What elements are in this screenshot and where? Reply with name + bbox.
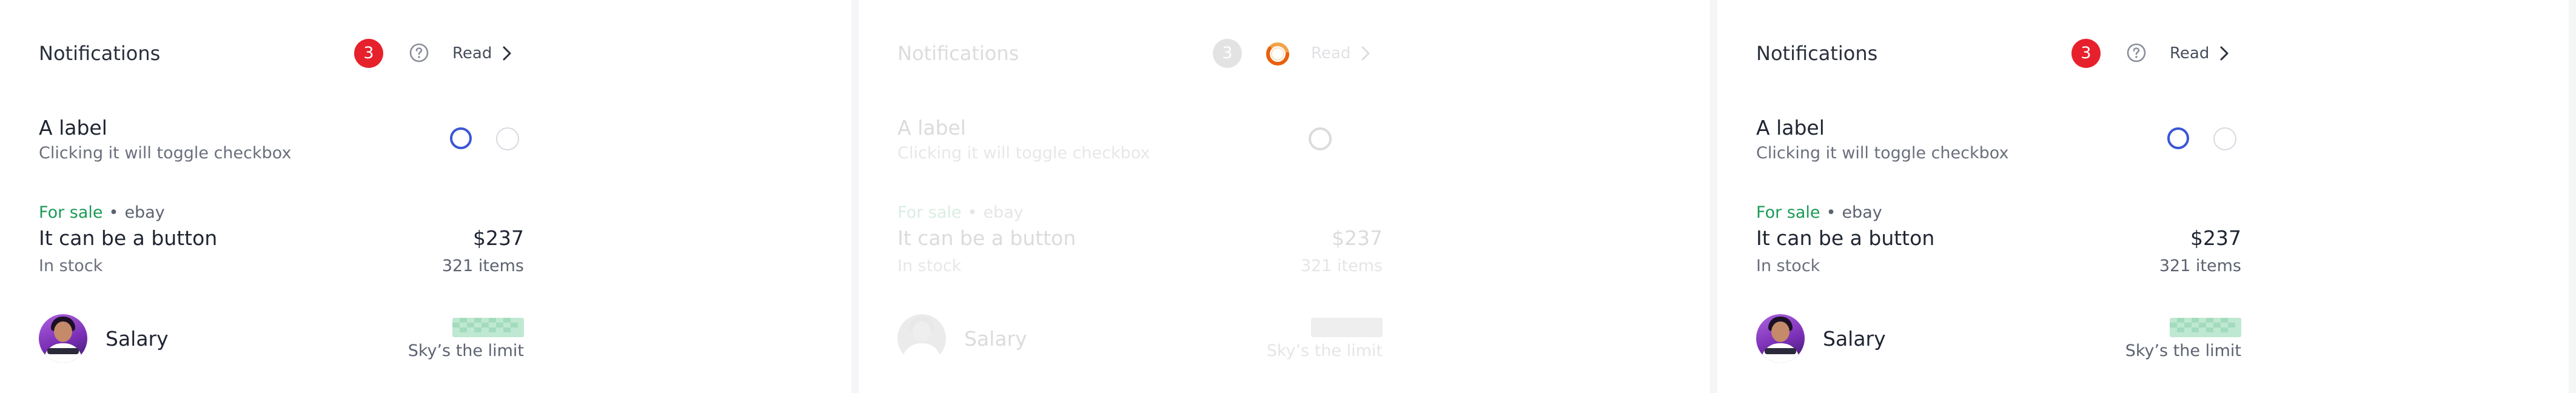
stock-status: In stock (897, 257, 962, 275)
item-button[interactable]: It can be a button (1756, 226, 1934, 251)
sparkline-chart (452, 318, 524, 337)
item-count: 321 items (1300, 257, 1383, 275)
notification-count-badge: 3 (1213, 39, 1242, 68)
notifications-card-loading: Notifications 3 Read A label Clicking it… (859, 0, 1710, 393)
salary-title: Salary (1823, 327, 1886, 351)
label-row-title: A label (897, 116, 966, 139)
sale-status: For sale (39, 203, 103, 222)
sale-status: For sale (897, 203, 962, 222)
radio-unselected[interactable] (496, 127, 519, 150)
read-button[interactable]: Read (452, 42, 492, 64)
stock-status: In stock (39, 257, 103, 275)
separator-dot: • (109, 203, 119, 222)
salary-caption: Sky’s the limit (408, 341, 524, 360)
item-price: $237 (2190, 226, 2241, 250)
item-meta: For sale • ebay (39, 203, 165, 223)
card-title: Notifications (39, 42, 161, 65)
label-row-title: A label (1756, 116, 1825, 139)
radio-unselected[interactable] (1309, 127, 1332, 150)
radio-unselected[interactable] (2213, 127, 2236, 150)
card-title: Notifications (897, 42, 1019, 65)
read-button[interactable]: Read (2170, 42, 2209, 64)
item-price: $237 (1332, 226, 1383, 250)
label-row-subtitle: Clicking it will toggle checkbox (897, 144, 1150, 163)
item-button[interactable]: It can be a button (39, 226, 217, 251)
store-name: ebay (124, 203, 165, 222)
label-row-subtitle: Clicking it will toggle checkbox (1756, 144, 2009, 163)
stock-status: In stock (1756, 257, 1820, 275)
help-circle-icon[interactable] (2126, 42, 2147, 63)
item-meta: For sale • ebay (1756, 203, 1882, 223)
radio-selected[interactable] (450, 127, 472, 149)
item-price: $237 (473, 226, 524, 250)
sale-status: For sale (1756, 203, 1820, 222)
label-row-subtitle: Clicking it will toggle checkbox (39, 144, 292, 163)
item-count: 321 items (2159, 257, 2241, 275)
chevron-right-icon[interactable] (1360, 42, 1372, 64)
sparkline-chart (2170, 318, 2241, 337)
item-button[interactable]: It can be a button (897, 226, 1076, 251)
notification-count-badge: 3 (354, 39, 383, 68)
salary-title: Salary (964, 327, 1027, 351)
salary-caption: Sky’s the limit (2125, 341, 2241, 360)
item-meta: For sale • ebay (897, 203, 1024, 223)
sparkline-chart (1311, 318, 1383, 337)
chevron-right-icon[interactable] (501, 42, 513, 64)
notification-count-badge: 3 (2071, 39, 2101, 68)
radio-selected[interactable] (2167, 127, 2189, 149)
separator-dot: • (1826, 203, 1836, 222)
separator-dot: • (967, 203, 978, 222)
store-name: ebay (1842, 203, 1882, 222)
spinner-icon (1266, 42, 1289, 66)
help-circle-icon[interactable] (409, 42, 429, 63)
avatar (39, 314, 87, 363)
store-name: ebay (983, 203, 1024, 222)
read-button[interactable]: Read (1311, 42, 1350, 64)
avatar (1756, 314, 1805, 363)
salary-title: Salary (106, 327, 169, 351)
card-title: Notifications (1756, 42, 1878, 65)
notifications-card: Notifications 3 Read A label Clicking it… (0, 0, 851, 393)
avatar (897, 314, 946, 363)
chevron-right-icon[interactable] (2218, 42, 2230, 64)
notifications-card: Notifications 3 Read A label Clicking it… (1717, 0, 2569, 393)
label-row-title: A label (39, 116, 107, 139)
salary-caption: Sky’s the limit (1266, 341, 1383, 360)
item-count: 321 items (441, 257, 524, 275)
